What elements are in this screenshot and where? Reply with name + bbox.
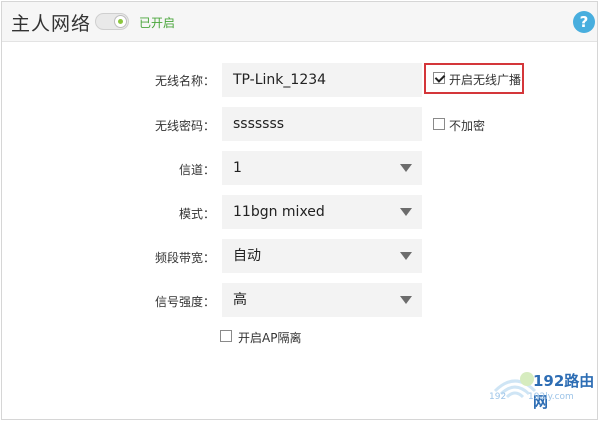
broadcast-checkbox[interactable] [433,72,445,84]
toggle-knob-icon [114,15,127,28]
no-encrypt-checkbox[interactable] [433,118,445,130]
panel-header: 主人网络 已开启 ? [2,2,597,42]
status-text: 已开启 [139,16,176,30]
ssid-input[interactable]: TP-Link_1234 [222,63,422,97]
page-title: 主人网络 [11,13,92,35]
watermark-text: 192路由网 [533,372,595,411]
ap-isolation-label: 开启AP隔离 [238,331,302,345]
channel-value: 1 [233,160,242,176]
ap-isolation-checkbox[interactable] [220,330,232,342]
dropdown-arrow-icon [400,296,412,304]
help-icon[interactable]: ? [573,11,595,33]
mode-value: 11bgn mixed [233,204,325,220]
dropdown-arrow-icon [400,208,412,216]
watermark-sub: 192ly.com [528,392,574,402]
password-input[interactable]: sssssss [222,107,422,141]
bandwidth-select[interactable]: 自动 [222,239,422,273]
signal-value: 高 [233,292,247,308]
channel-label: 信道： [178,163,215,177]
signal-select[interactable]: 高 [222,283,422,317]
dropdown-arrow-icon [400,164,412,172]
password-label: 无线密码： [154,119,215,133]
no-encrypt-label: 不加密 [449,119,486,133]
mode-label: 模式： [178,207,215,221]
mode-select[interactable]: 11bgn mixed [222,195,422,229]
dropdown-arrow-icon [400,252,412,260]
watermark-left: 192 [489,392,507,402]
bandwidth-value: 自动 [233,248,261,264]
broadcast-label: 开启无线广播 [449,73,522,87]
network-toggle[interactable] [95,13,129,30]
bandwidth-label: 频段带宽： [154,251,215,265]
channel-select[interactable]: 1 [222,151,422,185]
ssid-label: 无线名称： [154,74,215,88]
signal-label: 信号强度： [154,295,215,309]
